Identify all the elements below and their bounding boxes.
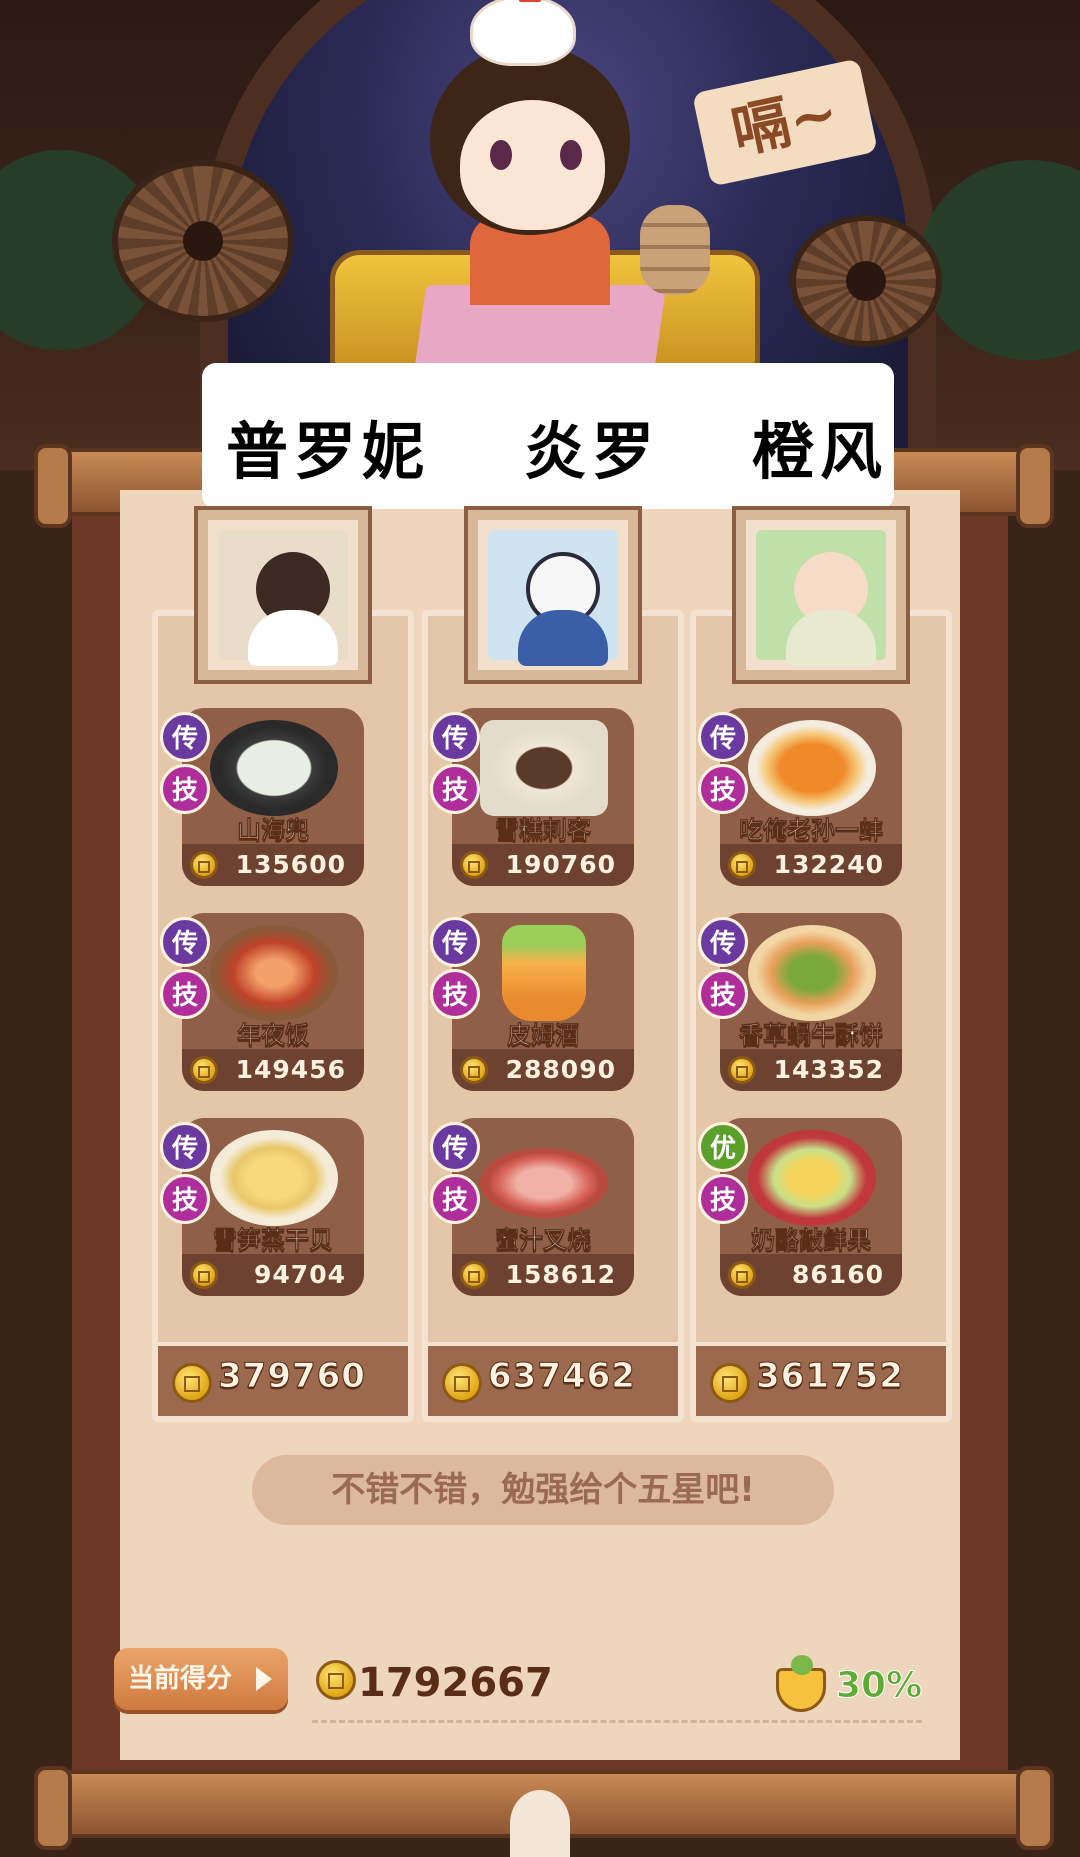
dish-name: 奶酪敲鲜果 bbox=[751, 1226, 872, 1255]
stacked-bowls-icon bbox=[640, 205, 710, 295]
column-total-value: 637462 bbox=[488, 1356, 636, 1397]
dish-price: 135600 bbox=[182, 844, 364, 886]
good-badge: 优 bbox=[698, 1122, 748, 1172]
clam-plate-icon bbox=[748, 720, 876, 816]
coin-icon bbox=[710, 1363, 750, 1403]
coin-icon bbox=[172, 1363, 212, 1403]
coin-icon bbox=[316, 1660, 356, 1700]
legend-badge: 传 bbox=[430, 712, 480, 762]
dish-name: 香草蜗牛酥饼 bbox=[739, 1021, 884, 1050]
chef-portrait-2[interactable] bbox=[468, 510, 638, 680]
skill-badge: 技 bbox=[430, 764, 480, 814]
dish-price: 143352 bbox=[720, 1049, 902, 1091]
pimms-drink-icon bbox=[502, 925, 586, 1021]
legend-badge: 传 bbox=[160, 917, 210, 967]
hen-hat-icon bbox=[470, 0, 576, 66]
chef-eye-left bbox=[490, 140, 512, 170]
chef-name-1: 普罗妮 bbox=[226, 415, 431, 488]
legend-badge: 传 bbox=[698, 712, 748, 762]
legend-badge: 传 bbox=[160, 1122, 210, 1172]
chef-eye-right bbox=[560, 140, 582, 170]
chef-portrait-3[interactable] bbox=[736, 510, 906, 680]
customer-comment: 不错不错，勉强给个五星吧! bbox=[252, 1455, 834, 1525]
column-total: 637462 bbox=[428, 1342, 678, 1416]
dish-name: 吃俺老孙一蚌 bbox=[739, 816, 884, 845]
current-score-value: 1792667 bbox=[358, 1660, 553, 1706]
skill-badge: 技 bbox=[698, 969, 748, 1019]
new-year-feast-icon bbox=[210, 925, 338, 1021]
legend-badge: 传 bbox=[430, 1122, 480, 1172]
legend-badge: 传 bbox=[160, 712, 210, 762]
snail-pastry-icon bbox=[748, 925, 876, 1021]
skill-badge: 技 bbox=[160, 1174, 210, 1224]
char-siu-icon bbox=[480, 1148, 608, 1218]
dumpling-pan-icon bbox=[210, 720, 338, 816]
dish-price: 94704 bbox=[182, 1254, 364, 1296]
column-total: 379760 bbox=[158, 1342, 408, 1416]
dish-price: 132240 bbox=[720, 844, 902, 886]
dish-name: 蜜汁叉烧 bbox=[495, 1226, 592, 1255]
chef-portrait-1[interactable] bbox=[198, 510, 368, 680]
dish-name: 雪糕刺客 bbox=[495, 816, 592, 845]
steamed-scallop-icon bbox=[210, 1130, 338, 1226]
dish-price: 190760 bbox=[452, 844, 634, 886]
current-score-button[interactable]: 当前得分 bbox=[114, 1648, 288, 1710]
ice-cream-assassin-icon bbox=[480, 720, 608, 816]
column-total-value: 361752 bbox=[756, 1356, 904, 1397]
skill-badge: 技 bbox=[160, 764, 210, 814]
dish-name: 雪笋蒸干贝 bbox=[213, 1226, 334, 1255]
score-divider bbox=[312, 1720, 922, 1723]
skill-badge: 技 bbox=[430, 1174, 480, 1224]
scroll-knot-icon bbox=[510, 1790, 570, 1857]
skill-badge: 技 bbox=[430, 969, 480, 1019]
legend-badge: 传 bbox=[430, 917, 480, 967]
play-arrow-icon bbox=[256, 1667, 272, 1691]
plant-right bbox=[920, 160, 1080, 360]
chef-name-2: 炎罗 bbox=[524, 415, 661, 488]
dish-name: 山海兜 bbox=[237, 816, 310, 845]
folding-fan-right-icon bbox=[790, 215, 942, 347]
dish-name: 皮姆酒 bbox=[507, 1021, 580, 1050]
dish-price: 149456 bbox=[182, 1049, 364, 1091]
dish-price: 158612 bbox=[452, 1254, 634, 1296]
folding-fan-left-icon bbox=[112, 160, 294, 322]
dish-name: 年夜饭 bbox=[237, 1021, 310, 1050]
coin-icon bbox=[442, 1363, 482, 1403]
column-total-value: 379760 bbox=[218, 1356, 366, 1397]
chef-pronie-portrait bbox=[218, 530, 348, 666]
cheese-fruit-icon bbox=[748, 1130, 876, 1226]
chef-names-panel: 普罗妮 炎罗 橙风 bbox=[202, 363, 894, 509]
chef-name-3: 橙风 bbox=[752, 415, 889, 488]
current-score-label: 当前得分 bbox=[128, 1664, 233, 1694]
chef-yanluo-portrait bbox=[488, 530, 618, 666]
chef-chengfeng-portrait bbox=[756, 530, 886, 666]
chef-face bbox=[460, 100, 605, 230]
skill-badge: 技 bbox=[698, 1174, 748, 1224]
skill-badge: 技 bbox=[698, 764, 748, 814]
dish-price: 288090 bbox=[452, 1049, 634, 1091]
legend-badge: 传 bbox=[698, 917, 748, 967]
skill-badge: 技 bbox=[160, 969, 210, 1019]
dish-price: 86160 bbox=[720, 1254, 902, 1296]
column-total: 361752 bbox=[696, 1342, 946, 1416]
bonus-percent: 30% bbox=[835, 1665, 923, 1707]
